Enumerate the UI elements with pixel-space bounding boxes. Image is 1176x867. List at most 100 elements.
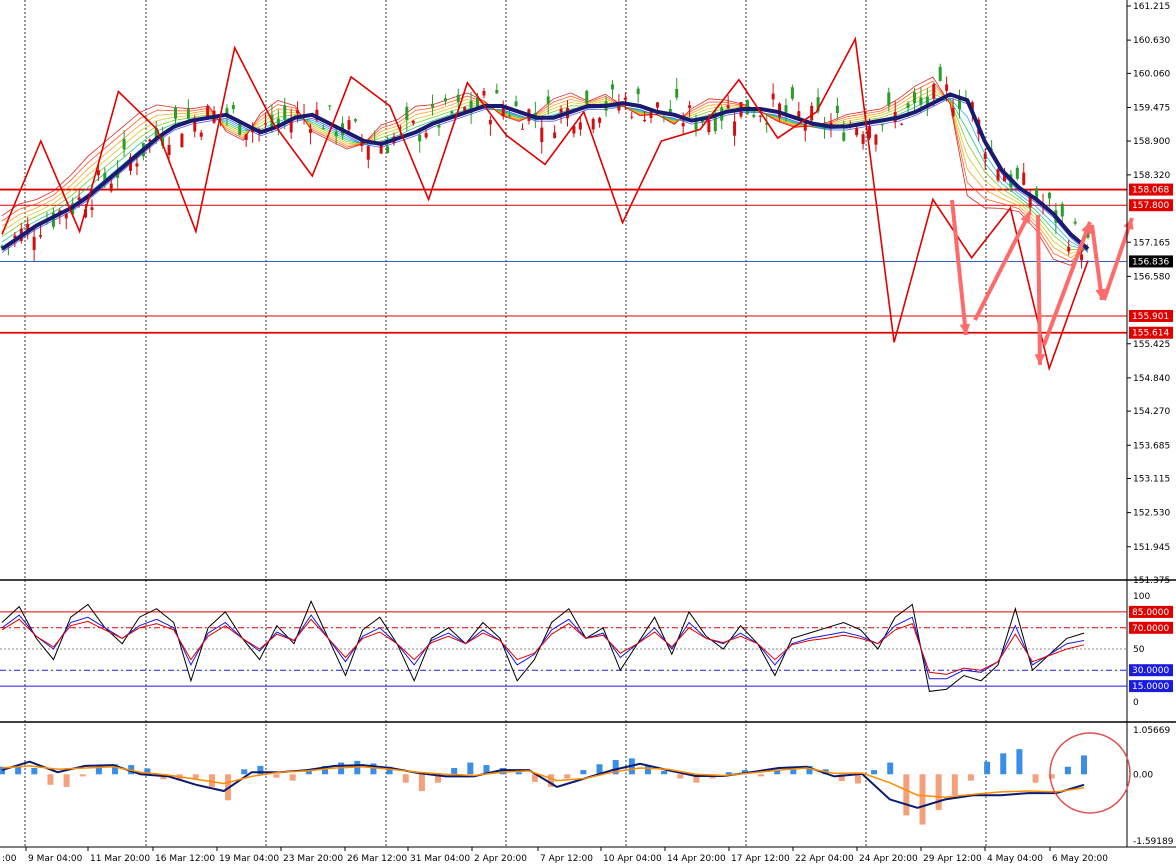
macd-y-tick: -1.59189: [1133, 837, 1174, 847]
macd-bar: [273, 774, 280, 778]
macd-bar: [1064, 766, 1071, 775]
candle-body: [598, 117, 602, 123]
y-tick-label: 160.060: [1133, 69, 1170, 79]
candle-body: [64, 213, 68, 219]
candle-body: [771, 93, 775, 100]
candle-body: [585, 90, 589, 104]
candle-body: [122, 138, 126, 150]
candle-body: [321, 128, 325, 130]
macd-y-tick: 0.00: [1133, 770, 1153, 780]
candle-body: [726, 105, 730, 109]
candle-body: [546, 96, 550, 104]
macd-bar: [854, 774, 861, 784]
candle-body: [675, 88, 679, 98]
candle-body: [405, 106, 409, 121]
candle-body: [559, 108, 563, 113]
candle-body: [752, 114, 756, 117]
candle-body: [424, 133, 428, 138]
macd-bar: [418, 774, 425, 792]
y-tick-label: 158.900: [1133, 137, 1170, 147]
candle-body: [296, 110, 300, 114]
y-tick-label: 157.165: [1133, 238, 1170, 248]
level-tag-label: 157.800: [1132, 201, 1169, 211]
candle-body: [386, 146, 390, 154]
candle-body: [199, 132, 203, 137]
candle-body: [1060, 203, 1064, 217]
macd-bar: [677, 774, 684, 779]
candle-body: [379, 145, 383, 154]
stoch-level-label: 85.0000: [1132, 608, 1169, 618]
macd-bar: [515, 772, 522, 775]
level-tag-label: 158.068: [1132, 186, 1169, 196]
macd-bar: [984, 761, 991, 775]
candle-body: [951, 107, 955, 117]
candle-body: [900, 123, 904, 125]
candle-body: [1015, 167, 1019, 179]
macd-bar: [564, 774, 571, 779]
x-tick-label: 6 May 20:00: [1052, 854, 1108, 864]
y-tick-label: 156.580: [1133, 272, 1170, 282]
macd-bar: [241, 769, 248, 775]
y-tick-label: 151.375: [1133, 576, 1170, 586]
candle-body: [495, 89, 499, 94]
y-tick-label: 152.530: [1133, 509, 1170, 519]
candle-body: [308, 129, 312, 133]
candle-body: [688, 105, 692, 108]
candle-body: [887, 92, 891, 106]
macd-bar: [63, 774, 70, 787]
candle-body: [263, 123, 267, 125]
candle-body: [482, 90, 486, 96]
level-tag-label: 156.836: [1132, 257, 1169, 267]
x-tick-label: 4 May 04:00: [987, 854, 1043, 864]
candle-body: [835, 105, 839, 113]
candle-body: [521, 128, 525, 130]
candle-body: [180, 133, 184, 148]
candle-body: [39, 235, 43, 237]
candle-body: [463, 107, 467, 111]
macd-bar: [451, 767, 458, 775]
stoch-y-tick: 50: [1133, 645, 1145, 655]
x-tick-label: 10 Apr 04:00: [603, 854, 662, 864]
candle-body: [912, 92, 916, 104]
chart-canvas[interactable]: 161.215 160.630 160.060 159.475 158.900 158.3…: [0, 0, 1176, 867]
x-tick-label: 29 Apr 12:00: [923, 854, 982, 864]
y-tick-label: 158.320: [1133, 171, 1170, 181]
y-tick-label: 153.685: [1133, 441, 1170, 451]
candle-body: [1067, 246, 1071, 252]
candle-body: [283, 105, 287, 120]
candle-body: [957, 99, 961, 110]
stoch-y-tick: 100: [1133, 592, 1150, 602]
candle-body: [540, 127, 544, 143]
macd-bar: [903, 774, 910, 816]
x-tick-label: 19 Mar 04:00: [219, 854, 279, 864]
candle-body: [906, 103, 910, 108]
candle-body: [231, 105, 235, 110]
x-tick-label: 23 Mar 20:00: [283, 854, 343, 864]
macd-bar: [758, 774, 765, 777]
candle-body: [591, 118, 595, 130]
candle-body: [514, 101, 518, 107]
macd-bar: [1016, 749, 1023, 775]
candle-body: [855, 127, 859, 136]
candle-body: [681, 122, 685, 127]
candle-body: [109, 183, 113, 192]
candle-body: [919, 97, 923, 105]
macd-bar: [951, 774, 958, 796]
stoch-level-label: 70.0000: [1132, 624, 1169, 634]
x-tick-label: 17 Apr 12:00: [731, 854, 790, 864]
macd-y-tick: 1.05669: [1133, 726, 1170, 736]
y-tick-label: 153.115: [1133, 475, 1170, 485]
candle-body: [655, 102, 659, 108]
candle-body: [932, 84, 936, 99]
macd-bar: [47, 774, 54, 785]
arrow-down-2: [1036, 214, 1042, 366]
candle-body: [1022, 172, 1026, 185]
candle-body: [842, 132, 846, 141]
candle-body: [347, 120, 351, 130]
candle-body: [366, 145, 370, 160]
stoch-level-label: 30.0000: [1132, 666, 1169, 676]
macd-bar: [1032, 774, 1039, 783]
mt4-chart[interactable]: 161.215 160.630 160.060 159.475 158.900 158.3…: [0, 0, 1176, 867]
candle-body: [418, 134, 422, 142]
candle-body: [790, 87, 794, 99]
